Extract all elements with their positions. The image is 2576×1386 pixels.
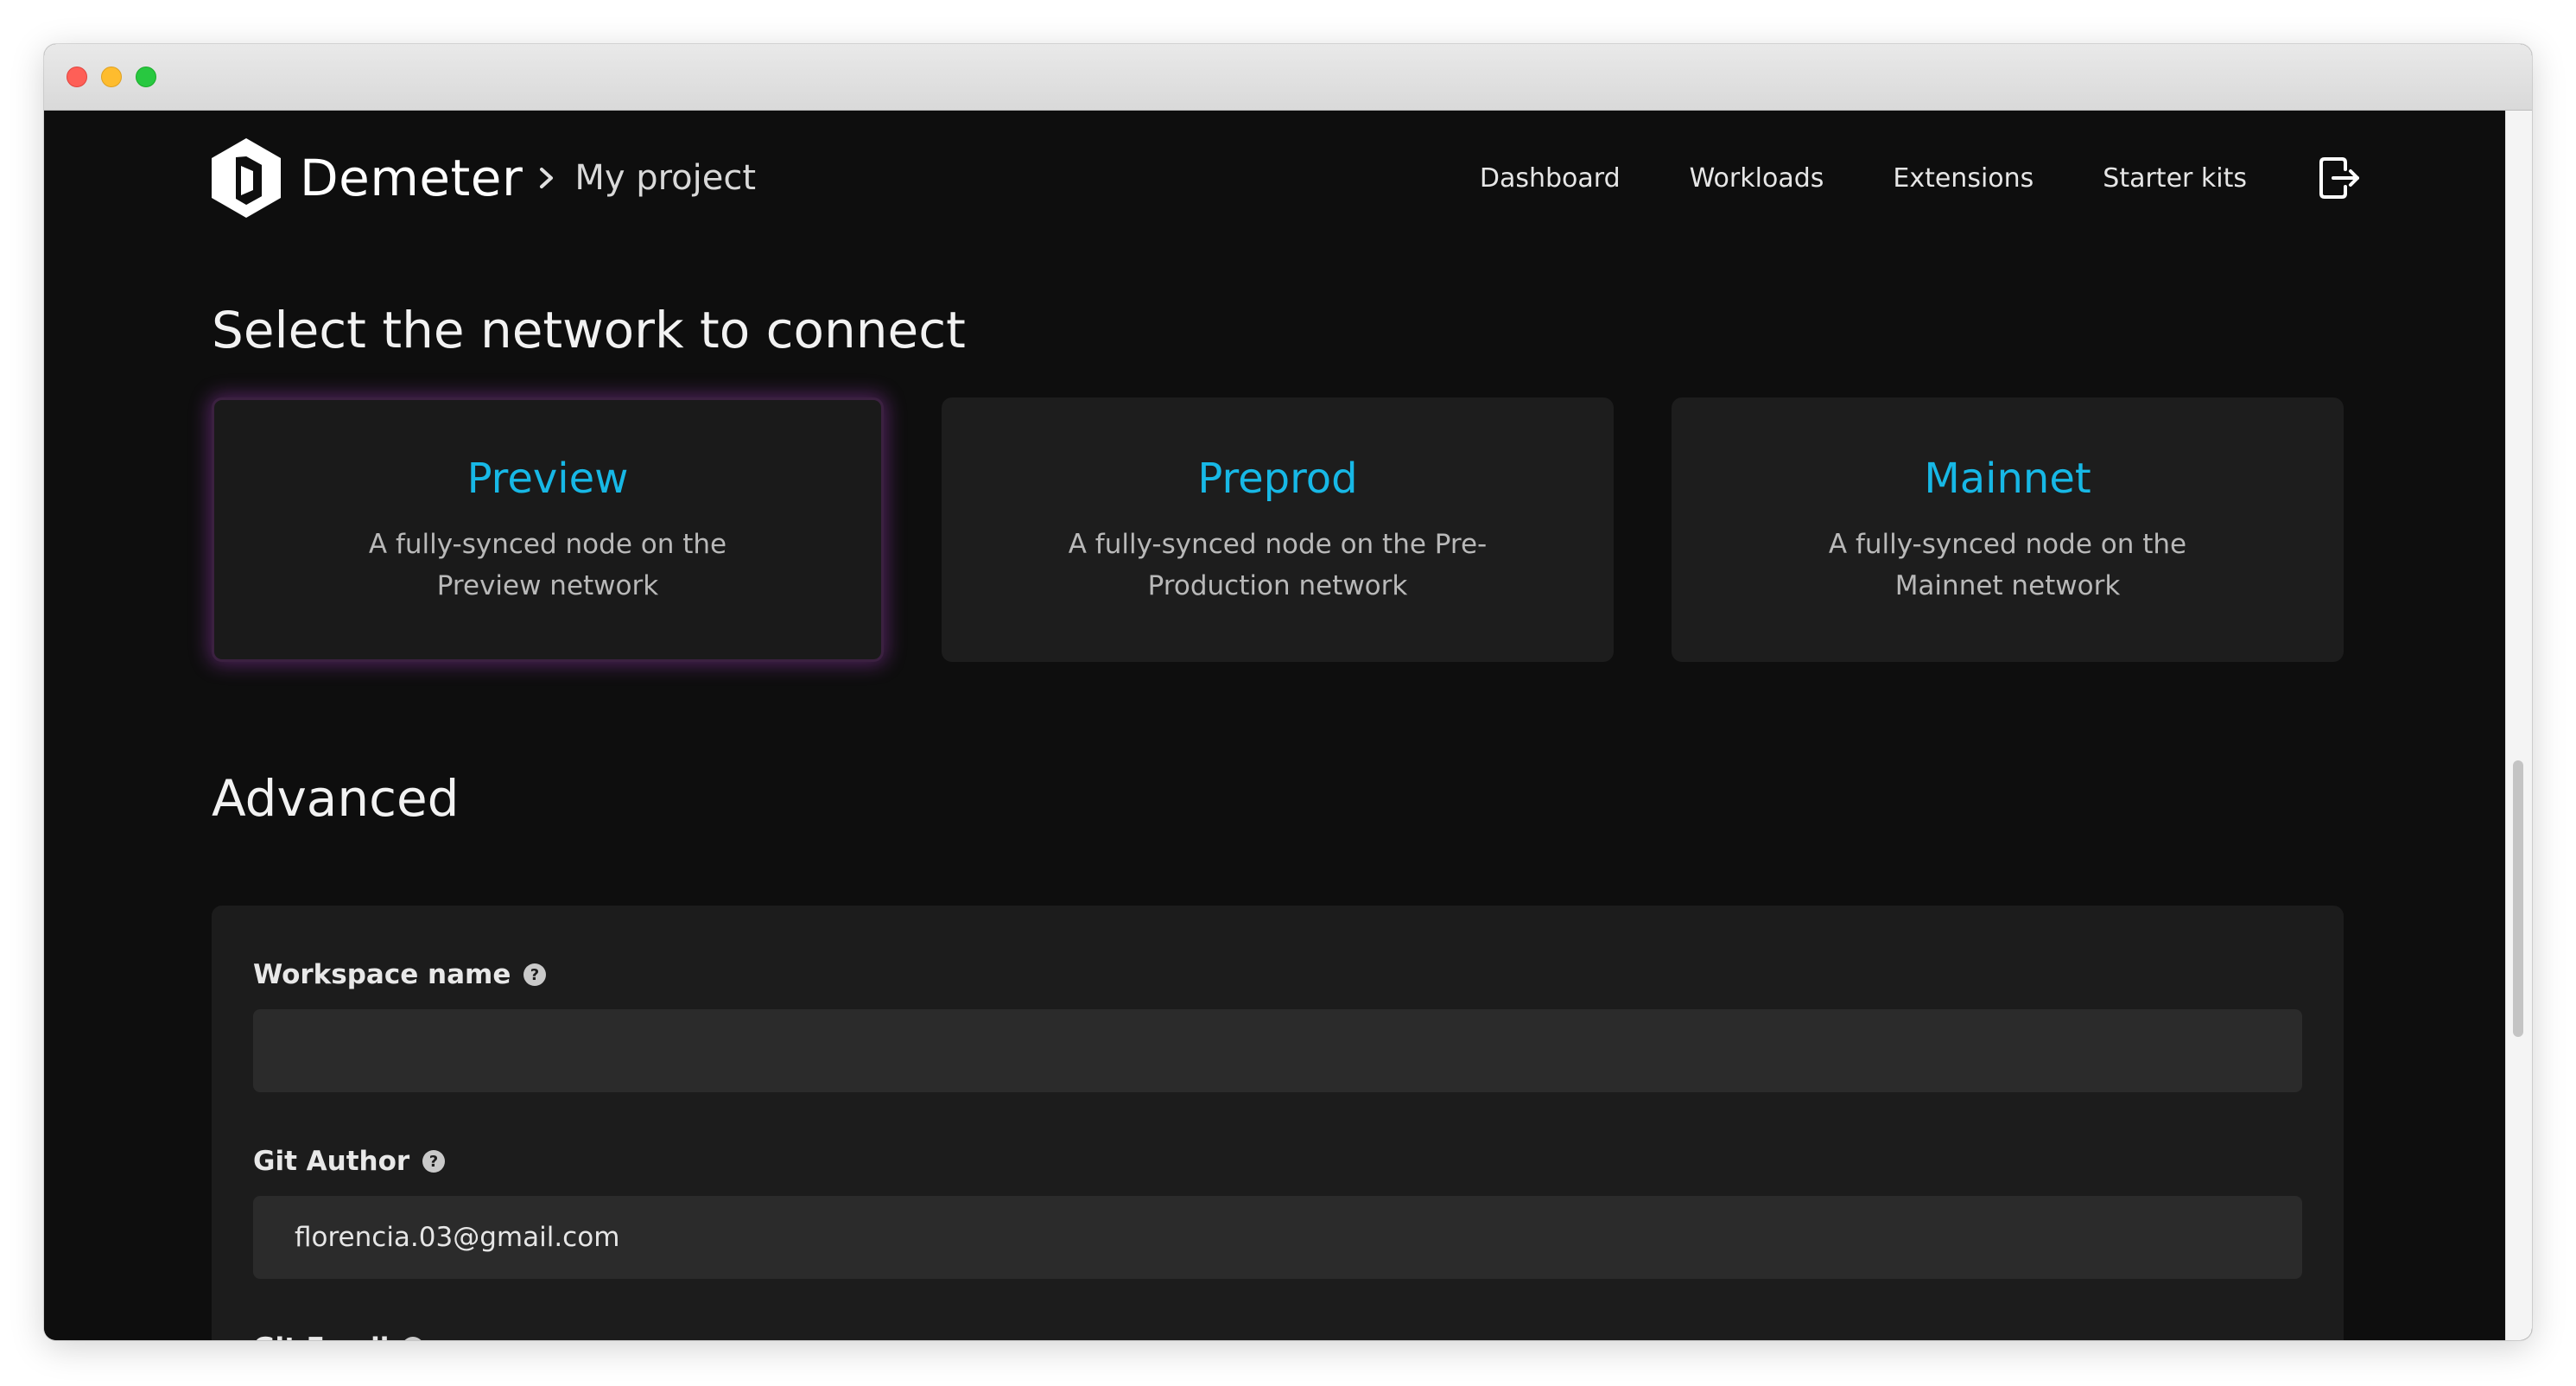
vertical-scrollbar[interactable] (2505, 111, 2532, 1340)
network-card-title: Preprod (1197, 455, 1358, 503)
field-label-text: Git Author (253, 1146, 410, 1177)
network-card-description: A fully-synced node on the Mainnet netwo… (1828, 529, 2187, 601)
field-label-text: Git Email (253, 1332, 389, 1340)
chevron-right-icon (540, 168, 554, 188)
top-navigation: Dashboard Workloads Extensions Starter k… (1480, 145, 2363, 211)
field-label-text: Workspace name (253, 959, 511, 990)
breadcrumb-project[interactable]: My project (574, 158, 756, 198)
network-cards: Preview A fully-synced node on the Previ… (212, 397, 2344, 662)
scrollbar-thumb[interactable] (2513, 760, 2523, 1037)
network-section-title: Select the network to connect (212, 301, 966, 359)
svg-text:?: ? (409, 1339, 417, 1340)
network-card-mainnet[interactable]: Mainnet A fully-synced node on the Mainn… (1672, 397, 2344, 662)
close-window-button[interactable] (67, 67, 87, 87)
svg-text:?: ? (530, 966, 539, 984)
nav-extensions[interactable]: Extensions (1893, 163, 2034, 194)
logout-icon[interactable] (2316, 152, 2363, 204)
network-card-title: Mainnet (1924, 455, 2091, 503)
help-icon[interactable]: ? (523, 963, 547, 987)
window-titlebar (44, 44, 2532, 111)
demeter-logo-icon (212, 138, 281, 218)
network-card-description: A fully-synced node on the Preview netwo… (368, 529, 727, 601)
help-icon[interactable]: ? (422, 1149, 446, 1173)
minimize-window-button[interactable] (101, 67, 122, 87)
brand-name: Demeter (300, 149, 523, 207)
brand[interactable]: Demeter My project (208, 137, 756, 219)
advanced-panel: Workspace name ? Git Author ? Git Email (212, 906, 2344, 1340)
git-email-label: Git Email ? (253, 1332, 425, 1340)
network-card-preview[interactable]: Preview A fully-synced node on the Previ… (212, 397, 884, 662)
git-author-label: Git Author ? (253, 1146, 446, 1177)
browser-window: Demeter My project Dashboard Workloads E… (44, 44, 2532, 1340)
workspace-name-label: Workspace name ? (253, 959, 547, 990)
nav-workloads[interactable]: Workloads (1690, 163, 1824, 194)
page-viewport: Demeter My project Dashboard Workloads E… (44, 111, 2532, 1340)
help-icon[interactable]: ? (401, 1336, 425, 1340)
advanced-section-title: Advanced (212, 769, 460, 828)
maximize-window-button[interactable] (136, 67, 156, 87)
nav-dashboard[interactable]: Dashboard (1480, 163, 1621, 194)
network-card-title: Preview (466, 455, 629, 503)
network-card-description: A fully-synced node on the Pre-Productio… (1068, 529, 1488, 601)
git-author-input[interactable] (253, 1196, 2302, 1279)
nav-starter-kits[interactable]: Starter kits (2103, 163, 2247, 194)
network-card-preprod[interactable]: Preprod A fully-synced node on the Pre-P… (942, 397, 1614, 662)
workspace-name-input[interactable] (253, 1009, 2302, 1092)
svg-text:?: ? (429, 1153, 438, 1171)
